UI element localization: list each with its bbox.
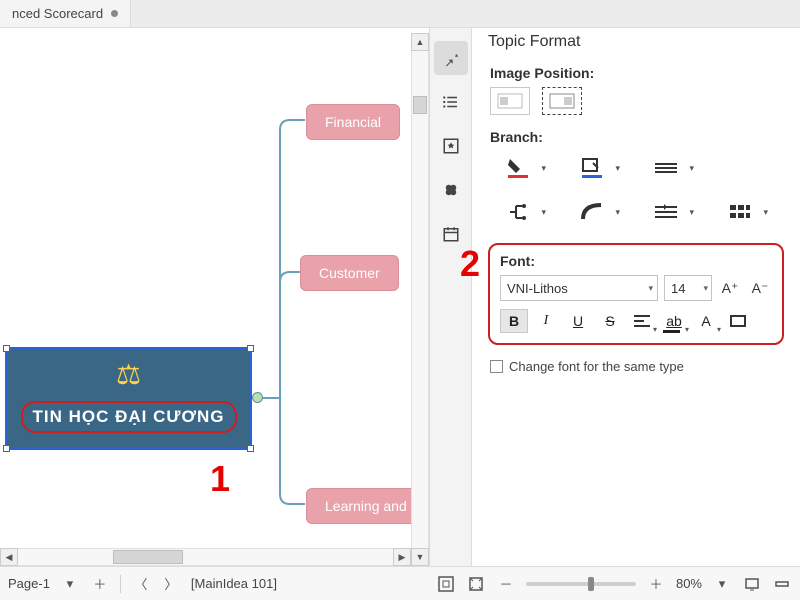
subtopic-label: Financial [325,114,381,130]
scroll-up-icon[interactable]: ▲ [411,33,429,51]
font-label: Font: [500,253,772,269]
subtopic-label: Customer [319,265,380,281]
panel-title: Topic Format [488,28,784,59]
subtopic-financial[interactable]: Financial [306,104,400,140]
next-button[interactable]: 〉 [161,574,181,594]
fit-page-icon[interactable] [466,574,486,594]
selection-handle[interactable] [3,445,10,452]
scroll-down-icon[interactable]: ▼ [411,548,429,566]
zoom-out-button[interactable]: － [496,574,516,594]
fit-window-icon[interactable] [436,574,456,594]
scroll-left-icon[interactable]: ◀ [0,548,18,566]
bold-button[interactable]: B [500,309,528,333]
prev-button[interactable]: 〈 [131,574,151,594]
tab-modified-dot [111,10,118,17]
rail-star-box-icon[interactable] [434,129,468,163]
selection-handle[interactable] [3,345,10,352]
font-size-combo[interactable]: 14 ▾ [664,275,712,301]
main-topic[interactable]: ⚖ TIN HỌC ĐẠI CƯƠNG [5,347,252,450]
presentation-icon[interactable] [742,574,762,594]
image-position-right-button[interactable] [542,87,582,115]
subtopic-label: Learning and [325,498,407,514]
rail-list-icon[interactable] [434,85,468,119]
connector-handle[interactable] [252,392,263,403]
font-section: Font: VNI-Lithos ▾ 14 ▾ A⁺ A⁻ B I U S [488,243,784,345]
branch-connector-shape-button[interactable]: ▾ [564,197,620,227]
change-font-same-type-checkbox[interactable] [490,360,503,373]
font-shrink-button[interactable]: A⁻ [748,277,772,299]
image-position-label: Image Position: [490,65,784,81]
page-label[interactable]: Page-1 [8,576,50,591]
branch-fill-color-button[interactable]: ▾ [490,153,546,183]
rail-pin-icon[interactable] [434,41,468,75]
breadcrumb: [MainIdea 101] [191,576,277,591]
text-color-button[interactable]: A▾ [692,309,720,333]
branch-spacing-grid-button[interactable]: ▾ [712,197,768,227]
selection-handle[interactable] [247,445,254,452]
zoom-knob[interactable] [588,577,594,591]
font-family-combo[interactable]: VNI-Lithos ▾ [500,275,658,301]
page-dropdown-icon[interactable]: ▾ [60,574,80,594]
change-font-same-type-label: Change font for the same type [509,359,684,374]
font-size-value: 14 [671,281,685,296]
collapse-panel-icon[interactable] [772,574,792,594]
chevron-down-icon: ▾ [703,283,708,294]
branch-spacing-h-button[interactable]: ▾ [638,197,694,227]
document-tab[interactable]: nced Scorecard [0,0,131,27]
rail-clover-icon[interactable] [434,173,468,207]
chevron-down-icon: ▾ [648,283,653,294]
tab-label: nced Scorecard [12,6,103,21]
selection-handle[interactable] [247,345,254,352]
subtopic-learning[interactable]: Learning and [306,488,426,524]
topic-format-panel: Topic Format Image Position: Branch: ▾ ▾… [472,28,800,566]
canvas-horizontal-scrollbar[interactable]: ◀ ▶ [0,548,411,566]
scroll-thumb[interactable] [413,96,427,114]
scroll-thumb[interactable] [113,550,183,564]
scales-icon: ⚖ [116,361,141,389]
font-grow-button[interactable]: A⁺ [718,277,742,299]
font-family-value: VNI-Lithos [507,281,568,296]
format-tabs-rail [430,28,472,566]
zoom-slider[interactable] [526,582,636,586]
callout-1: 1 [210,458,230,500]
underline-button[interactable]: U [564,309,592,333]
scroll-right-icon[interactable]: ▶ [393,548,411,566]
branch-line-style-button[interactable]: ▾ [638,153,694,183]
branch-label: Branch: [490,129,784,145]
mindmap-canvas[interactable]: Financial Customer Learning and ⚖ TIN HỌ… [0,28,430,566]
align-button[interactable]: ▾ [628,309,656,333]
canvas-vertical-scrollbar[interactable]: ▲ ▼ [411,33,429,566]
status-bar: Page-1 ▾ ＋ 〈 〉 [MainIdea 101] － ＋ 80% ▾ [0,566,800,600]
image-position-left-button[interactable] [490,87,530,115]
scroll-track[interactable] [18,548,393,566]
scroll-track[interactable] [411,51,429,548]
zoom-dropdown-icon[interactable]: ▾ [712,574,732,594]
main-topic-title: TIN HỌC ĐẠI CƯƠNG [21,401,237,433]
zoom-in-button[interactable]: ＋ [646,574,666,594]
branch-border-color-button[interactable]: ▾ [564,153,620,183]
tab-bar: nced Scorecard [0,0,800,28]
subtopic-customer[interactable]: Customer [300,255,399,291]
divider [120,575,121,593]
text-box-button[interactable] [724,309,752,333]
italic-button[interactable]: I [532,309,560,333]
main-area: Financial Customer Learning and ⚖ TIN HỌ… [0,28,800,566]
zoom-value: 80% [676,576,702,591]
highlight-color-button[interactable]: ab ▾ [660,309,688,333]
add-page-button[interactable]: ＋ [90,574,110,594]
strike-button[interactable]: S [596,309,624,333]
branch-structure-button[interactable]: ▾ [490,197,546,227]
